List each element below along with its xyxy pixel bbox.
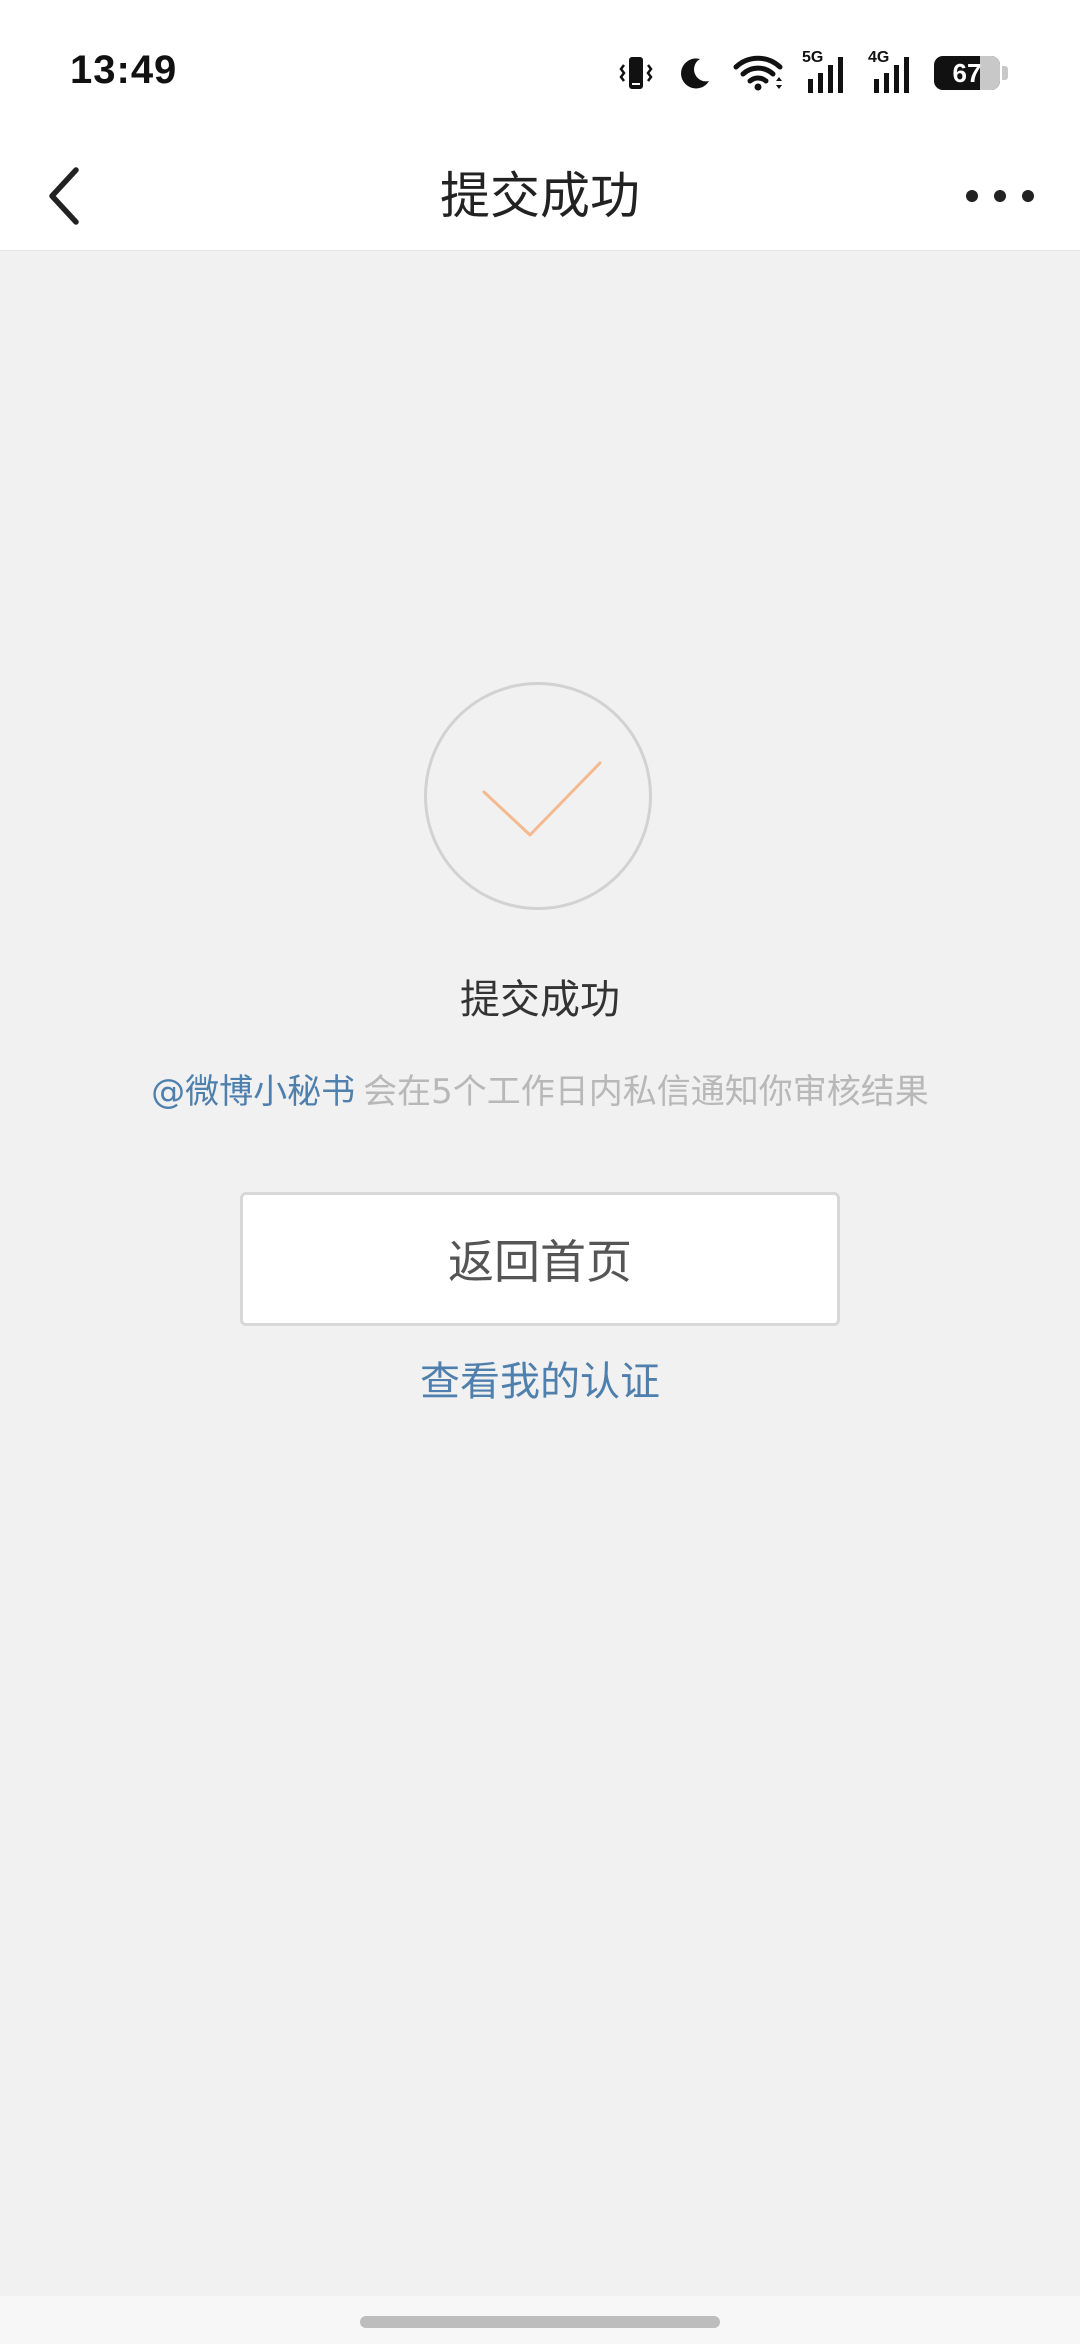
signal-4g-icon: 4G: [868, 49, 916, 95]
review-notice-text: 会在5个工作日内私信通知你审核结果: [363, 1072, 929, 1112]
signal-5g-icon: 5G: [802, 49, 850, 95]
more-button[interactable]: [960, 164, 1040, 228]
weibo-secretary-mention-link[interactable]: @微博小秘书: [151, 1072, 355, 1112]
home-indicator[interactable]: [360, 2316, 720, 2328]
status-bar: 13:49 5G 4G 67: [0, 0, 1080, 140]
vibrate-icon: [616, 53, 656, 93]
success-title: 提交成功: [460, 977, 620, 1023]
return-home-button[interactable]: 返回首页: [240, 1192, 840, 1326]
view-my-certification-link[interactable]: 查看我的认证: [0, 1350, 1080, 1414]
battery-tip: [1002, 66, 1008, 80]
status-time: 13:49: [70, 48, 178, 92]
page-title: 提交成功: [440, 167, 640, 225]
review-notice: @微博小秘书 会在5个工作日内私信通知你审核结果: [0, 1064, 1080, 1120]
status-icons: 5G 4G 67: [616, 48, 1008, 98]
success-circle: [424, 682, 652, 910]
checkmark-icon: [482, 761, 602, 837]
battery-level: 67: [952, 57, 982, 88]
wifi-icon: [732, 53, 784, 93]
battery-icon: 67: [934, 56, 1000, 90]
nav-bar: 提交成功: [0, 140, 1080, 251]
moon-icon: [674, 53, 714, 93]
more-horizontal-icon: [966, 190, 1034, 202]
